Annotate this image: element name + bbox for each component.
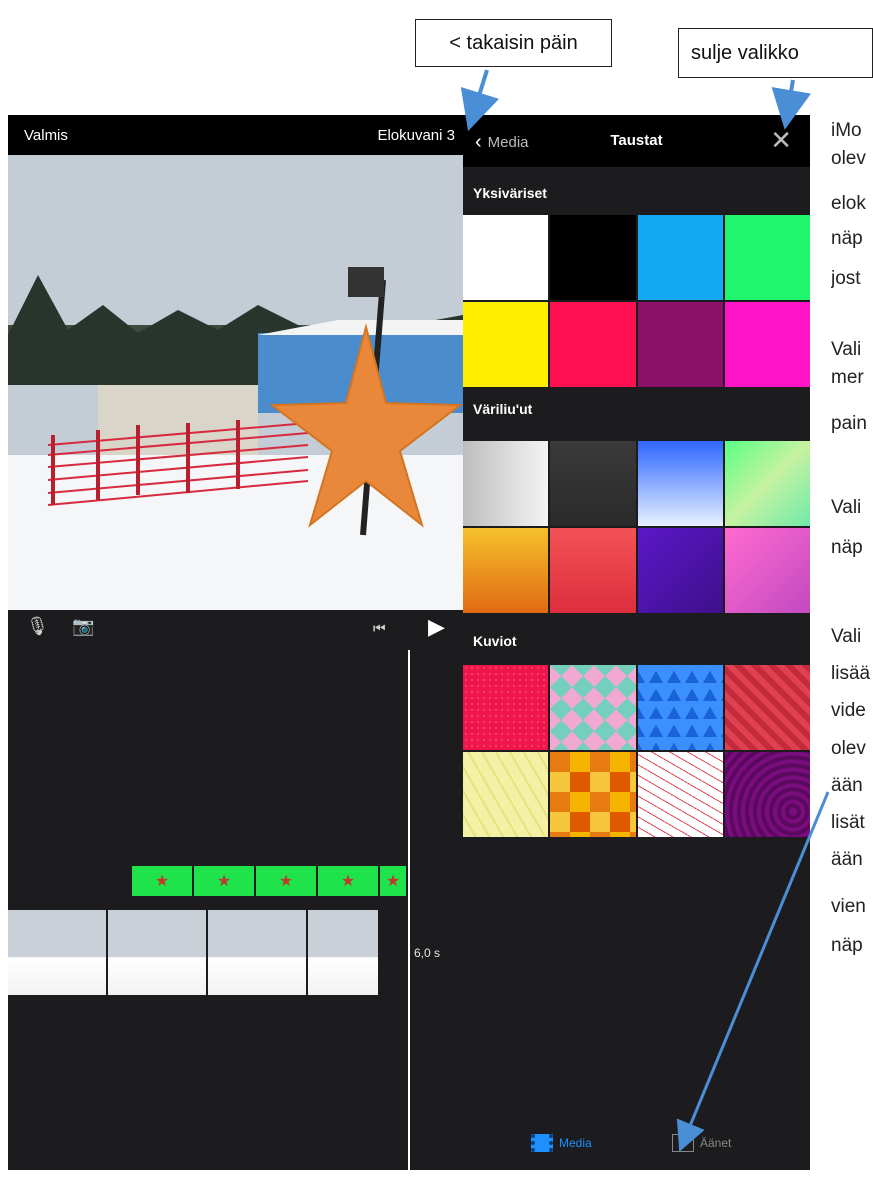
arrow-back [460,69,500,132]
annotation-arrows [460,69,830,1152]
arrow-audio-tab [676,791,830,1152]
arrow-close [771,79,812,130]
